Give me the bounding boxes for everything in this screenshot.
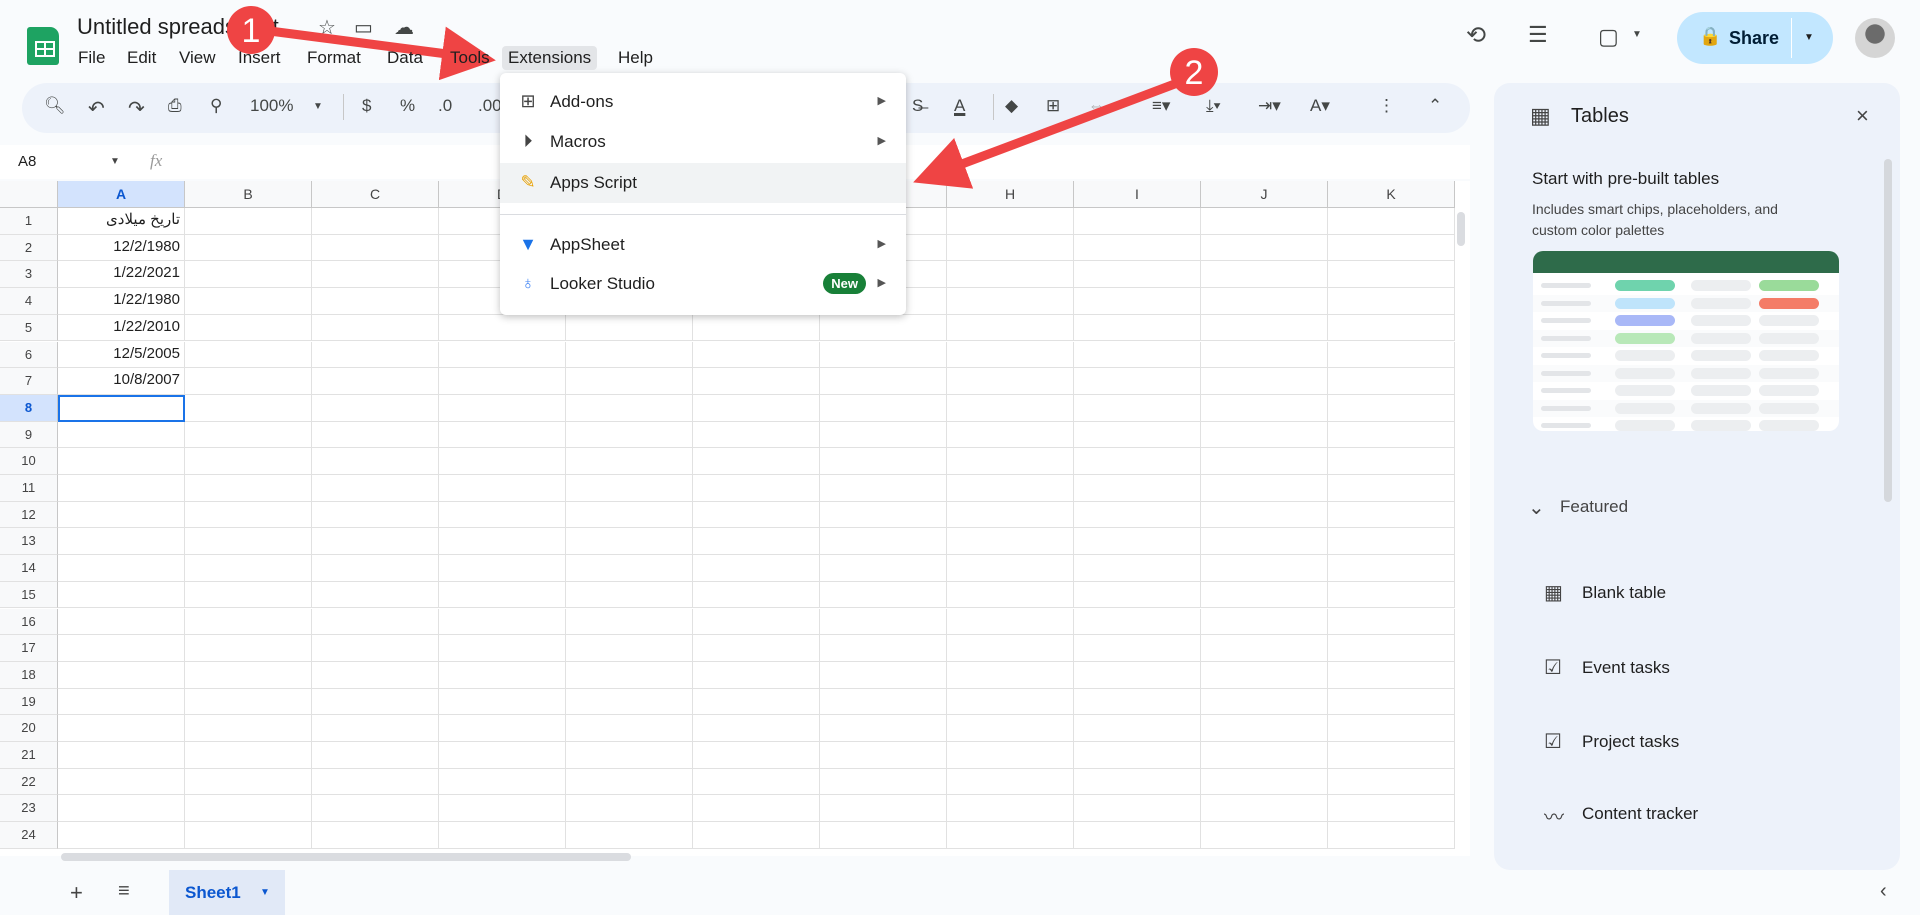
menu-view[interactable]: View [173, 46, 222, 70]
step-1-label: 1 [242, 12, 261, 50]
template-content-tracker[interactable]: 〰 Content tracker [1530, 801, 1870, 829]
template-blank-table[interactable]: ▦ Blank table [1530, 580, 1870, 606]
menu-file[interactable]: File [72, 46, 111, 70]
step-2-label: 2 [1185, 54, 1204, 92]
template-label: Blank table [1582, 583, 1667, 602]
checklist-icon: ☑ [1544, 731, 1562, 753]
template-label: Event tasks [1582, 658, 1670, 677]
menu-tools[interactable]: Tools [444, 46, 496, 70]
template-event-tasks[interactable]: ☑ Event tasks [1530, 655, 1870, 681]
checklist-icon: ☑ [1544, 657, 1562, 679]
menu-format[interactable]: Format [301, 46, 367, 70]
trend-icon: 〰 [1544, 807, 1564, 829]
arrow-2 [913, 77, 1182, 189]
menu-help[interactable]: Help [612, 46, 659, 70]
annotation-overlay: 1 2 [227, 6, 1218, 189]
template-label: Content tracker [1582, 804, 1699, 823]
table-icon: ▦ [1544, 582, 1563, 604]
template-label: Project tasks [1582, 732, 1680, 751]
menu-edit[interactable]: Edit [121, 46, 162, 70]
menu-insert[interactable]: Insert [232, 46, 287, 70]
menu-extensions[interactable]: Extensions [502, 46, 598, 70]
template-project-tasks[interactable]: ☑ Project tasks [1530, 729, 1870, 755]
menu-data[interactable]: Data [381, 46, 429, 70]
